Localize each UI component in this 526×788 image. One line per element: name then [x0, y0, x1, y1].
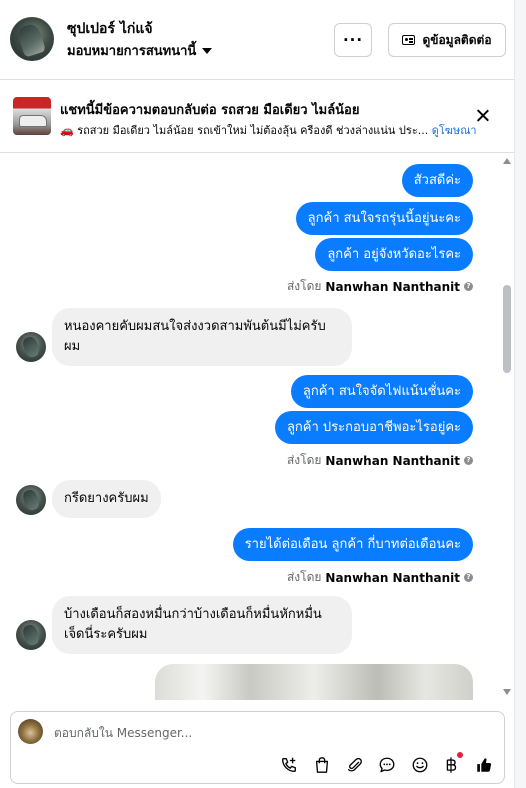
add-call-icon[interactable]: [279, 755, 299, 775]
message-line: บ้างเดือนก็สองหมื่นกว่าบ้างเดือนก็หมื่นห…: [64, 607, 322, 622]
view-contact-button[interactable]: ดูข้อมูลติดต่อ: [388, 23, 506, 57]
ad-thumbnail: [13, 97, 51, 135]
assign-conversation-dropdown[interactable]: มอบหมายการสนทนานี้: [67, 40, 213, 61]
more-options-button[interactable]: ···: [334, 23, 372, 57]
message-outgoing[interactable]: สัวสดีค่ะ: [401, 164, 473, 197]
chat-bubble-icon[interactable]: [377, 755, 397, 775]
more-dots-icon: ···: [342, 31, 364, 49]
sent-by-prefix: ส่งโดย: [286, 453, 322, 467]
message-outgoing[interactable]: ลูกค้า สนใจจัดไฟแน้นชั่นคะ: [290, 375, 473, 408]
assign-label: มอบหมายการสนทนานี้: [67, 44, 197, 59]
reply-input[interactable]: [54, 724, 474, 742]
sender-name: Nanwhan Nanthanit: [325, 570, 460, 585]
ad-banner-title: แชทนี้มีข้อความตอบกลับต่อ รถสวย มือเดียว…: [60, 103, 360, 118]
notification-dot: [457, 752, 463, 758]
view-ad-link[interactable]: ดูโฆษณา: [432, 124, 477, 137]
contact-avatar[interactable]: [16, 485, 46, 515]
contact-avatar[interactable]: [16, 332, 46, 362]
sender-name: Nanwhan Nanthanit: [325, 279, 460, 294]
sent-by-prefix: ส่งโดย: [286, 279, 322, 293]
caret-down-icon: [202, 47, 213, 54]
info-icon[interactable]: ?: [464, 456, 473, 465]
view-contact-label: ดูข้อมูลติดต่อ: [422, 32, 492, 47]
ad-banner-text: 🚗 รถสวย มือเดียว ไมล์น้อย รถเข้าใหม่ ไม่…: [60, 121, 477, 139]
id-card-icon: [402, 35, 416, 45]
message-outgoing[interactable]: รายได้ต่อเดือน ลูกค้า กี่บาทต่อเดือนคะ: [232, 528, 473, 561]
info-icon[interactable]: ?: [464, 573, 473, 582]
scrollbar-thumb[interactable]: [503, 285, 511, 373]
contact-avatar[interactable]: [10, 17, 54, 61]
reply-composer: [10, 711, 505, 784]
thumbs-up-icon[interactable]: [474, 755, 494, 775]
info-icon[interactable]: ?: [464, 282, 473, 291]
message-line: เจ็ดนี่ระครับผม: [64, 627, 148, 642]
shopping-bag-icon[interactable]: [312, 755, 332, 775]
message-scrollbar[interactable]: [500, 154, 514, 700]
message-incoming[interactable]: กรีดยางครับผม: [52, 480, 161, 518]
message-line: หนองคายคับผมสนใจส่งงวดสามพันต้นมีไม่ครับ: [64, 319, 326, 334]
sent-by-label: ส่งโดย Nanwhan Nanthanit ?: [287, 277, 473, 296]
sent-by-label: ส่งโดย Nanwhan Nanthanit ?: [287, 451, 473, 470]
message-line: ผม: [64, 339, 81, 354]
paperclip-icon[interactable]: [345, 755, 365, 775]
message-outgoing[interactable]: ลูกค้า อยู่จังหวัดอะไรคะ: [315, 238, 473, 271]
emoji-icon[interactable]: [410, 755, 430, 775]
message-incoming[interactable]: หนองคายคับผมสนใจส่งงวดสามพันต้นมีไม่ครับ…: [52, 308, 352, 366]
scroll-up-arrow-icon[interactable]: [503, 158, 511, 164]
message-outgoing[interactable]: ลูกค้า สนใจรถรุ่นนี้อยู่นะคะ: [295, 202, 473, 235]
contact-avatar[interactable]: [16, 620, 46, 650]
ad-banner-snippet: 🚗 รถสวย มือเดียว ไมล์น้อย รถเข้าใหม่ ไม่…: [60, 124, 429, 137]
message-thread[interactable]: สัวสดีค่ะ ลูกค้า สนใจรถรุ่นนี้อยู่นะคะ ล…: [0, 154, 514, 700]
close-icon[interactable]: [474, 107, 492, 125]
baht-icon[interactable]: [441, 755, 461, 775]
page-avatar: [18, 719, 43, 744]
message-outgoing[interactable]: ลูกค้า ประกอบอาชีพอะไรอยู่คะ: [274, 411, 473, 444]
scroll-down-arrow-icon[interactable]: [503, 689, 511, 695]
sent-by-label: ส่งโดย Nanwhan Nanthanit ?: [287, 568, 473, 587]
window-scrollbar[interactable]: [514, 0, 526, 788]
message-incoming[interactable]: บ้างเดือนก็สองหมื่นกว่าบ้างเดือนก็หมื่นห…: [52, 596, 352, 654]
conversation-header: ซุปเปอร์ ไก่แจ้ มอบหมายการสนทนานี้ ··· ด…: [0, 0, 514, 80]
image-attachment[interactable]: [155, 664, 473, 700]
sender-name: Nanwhan Nanthanit: [325, 453, 460, 468]
sent-by-prefix: ส่งโดย: [286, 570, 322, 584]
contact-name[interactable]: ซุปเปอร์ ไก่แจ้: [67, 18, 153, 40]
